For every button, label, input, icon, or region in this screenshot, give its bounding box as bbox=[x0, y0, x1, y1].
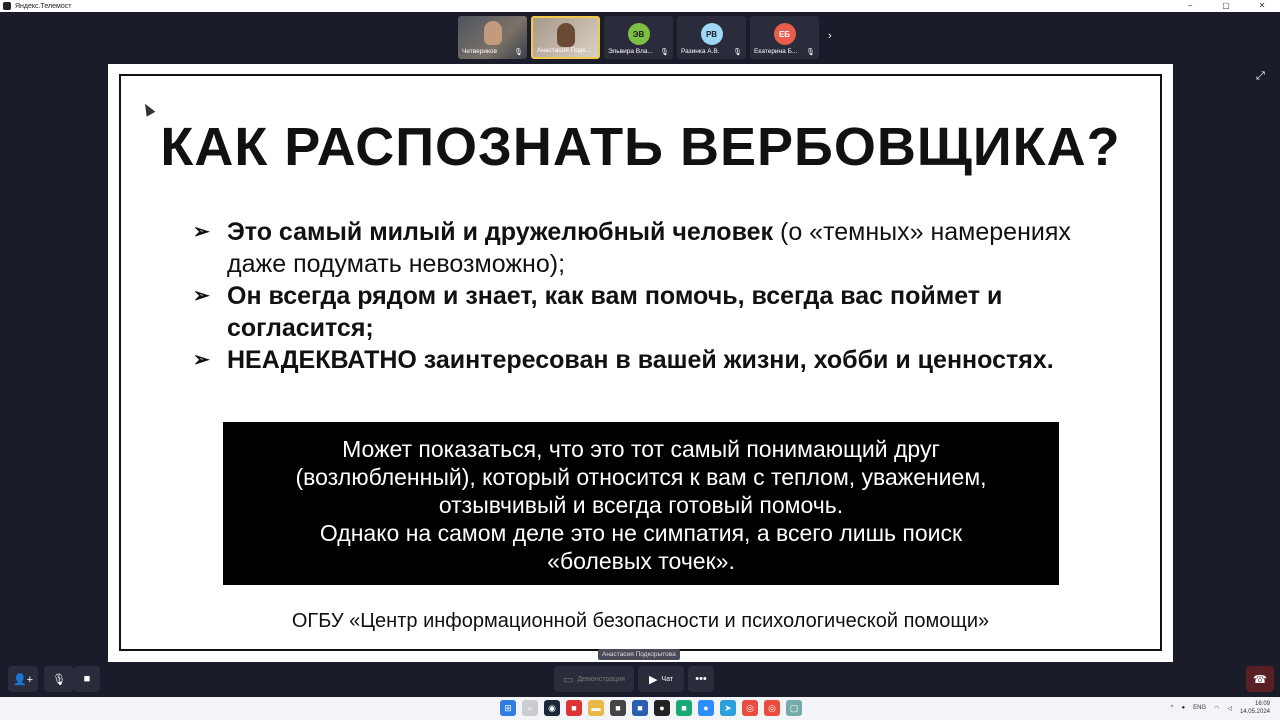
screen-share-button[interactable]: ▭ Демонстрация bbox=[554, 666, 634, 692]
participant-tile[interactable]: РВ Разинка А.В. 🎙 bbox=[677, 16, 746, 59]
telemost-icon[interactable]: ● bbox=[654, 700, 670, 716]
app-icon[interactable]: ■ bbox=[632, 700, 648, 716]
telegram-icon[interactable]: ➤ bbox=[720, 700, 736, 716]
add-participant-button[interactable]: 👤+ bbox=[8, 666, 38, 692]
time: 16:09 bbox=[1254, 701, 1270, 707]
app-icon[interactable]: ■ bbox=[676, 700, 692, 716]
quote-line: Однако на самом деле это не симпатия, а … bbox=[319, 520, 963, 546]
mic-icon[interactable]: ● bbox=[1181, 705, 1185, 711]
start-icon[interactable]: ⊞ bbox=[500, 700, 516, 716]
taskbar-apps: ⊞ ⌕ ◉ ■ ▬ ■ ■ ● ■ ● ➤ ◎ ◎ ▢ bbox=[500, 700, 802, 716]
app-icon[interactable]: ■ bbox=[566, 700, 582, 716]
folder-icon[interactable]: ▬ bbox=[588, 700, 604, 716]
system-tray: ^ ● ENG ◠ ◁ 16:09 14.05.2024 bbox=[1171, 700, 1270, 716]
language-indicator[interactable]: ENG bbox=[1193, 705, 1206, 711]
mic-off-icon: 🎙 bbox=[514, 49, 523, 56]
participant-tile[interactable]: ЕБ Екатерина Б... 🎙 bbox=[750, 16, 819, 59]
camera-icon: ■ bbox=[83, 673, 91, 685]
participant-tile[interactable]: Четвериков 🎙 bbox=[458, 16, 527, 59]
more-button[interactable]: ••• bbox=[688, 666, 714, 692]
mic-off-icon: 🎙 bbox=[660, 49, 669, 56]
more-icon: ••• bbox=[695, 673, 707, 685]
taskbar: ⊞ ⌕ ◉ ■ ▬ ■ ■ ● ■ ● ➤ ◎ ◎ ▢ ^ ● ENG ◠ ◁ … bbox=[0, 697, 1280, 720]
bullet-list: ➢ Это самый милый и дружелюбный человек … bbox=[193, 216, 1093, 376]
bullet-bold: НЕАДЕКВАТНО заинтересован в вашей жизни,… bbox=[227, 346, 1054, 374]
quote-box: Может показаться, что это тот самый пони… bbox=[223, 422, 1059, 585]
list-item: ➢ НЕАДЕКВАТНО заинтересован в вашей жизн… bbox=[193, 344, 1093, 376]
chat-button[interactable]: ▶ Чат bbox=[638, 666, 684, 692]
participants-strip: Четвериков 🎙 Анастасия Подк... ЭВ Эльвира… bbox=[458, 16, 819, 59]
zoom-icon[interactable]: ● bbox=[698, 700, 714, 716]
quote-line: Может показаться, что это тот самый пони… bbox=[342, 436, 940, 462]
speaker-tooltip: Анастасия Подкорытова bbox=[598, 649, 680, 660]
app-icon[interactable]: ▢ bbox=[786, 700, 802, 716]
maximize-button[interactable]: ▢ bbox=[1208, 0, 1244, 12]
search-icon[interactable]: ⌕ bbox=[522, 700, 538, 716]
app-icon[interactable]: ■ bbox=[610, 700, 626, 716]
slide-footer: ОГБУ «Центр информационной безопасности … bbox=[291, 610, 990, 632]
mic-off-icon: 🎙 bbox=[806, 49, 815, 56]
list-item: ➢ Он всегда рядом и знает, как вам помоч… bbox=[193, 280, 1093, 344]
clock[interactable]: 16:09 14.05.2024 bbox=[1240, 700, 1270, 716]
quote-line: отзывчивый и всегда готовый помочь. bbox=[438, 492, 844, 518]
arrow-bullet-icon: ➢ bbox=[193, 349, 210, 371]
mic-off-icon: 🎙 bbox=[733, 49, 742, 56]
arrow-bullet-icon: ➢ bbox=[193, 285, 210, 307]
participant-video bbox=[483, 21, 502, 45]
hangup-button[interactable]: ☎ bbox=[1246, 666, 1274, 692]
avatar: ЭВ bbox=[627, 23, 650, 45]
bullet-bold: Это самый милый и дружелюбный человек bbox=[227, 218, 774, 246]
volume-icon[interactable]: ◁ bbox=[1227, 705, 1232, 712]
quote-line: «болевых точек». bbox=[547, 548, 735, 574]
participant-name: Эльвира Вла... bbox=[608, 48, 653, 55]
wifi-icon[interactable]: ◠ bbox=[1214, 705, 1219, 712]
participant-name: Разинка А.В. bbox=[681, 48, 720, 55]
chevron-up-icon[interactable]: ^ bbox=[1171, 705, 1174, 711]
add-user-icon: 👤+ bbox=[12, 673, 34, 686]
bullet-bold: Он всегда рядом и знает, как вам помочь,… bbox=[227, 282, 1003, 342]
minimize-button[interactable]: – bbox=[1172, 0, 1208, 12]
slide-heading: КАК РАСПОЗНАТЬ ВЕРБОВЩИКА? bbox=[160, 117, 1121, 177]
arrow-bullet-icon: ➢ bbox=[193, 221, 210, 243]
expand-icon[interactable]: ⤢ bbox=[1256, 70, 1265, 83]
participant-tile-active[interactable]: Анастасия Подк... bbox=[531, 16, 600, 59]
avatar: ЕБ bbox=[773, 23, 796, 45]
window-controls: – ▢ ✕ bbox=[1172, 0, 1280, 12]
participant-tile[interactable]: ЭВ Эльвира Вла... 🎙 bbox=[604, 16, 673, 59]
hangup-icon: ☎ bbox=[1253, 673, 1267, 686]
screen-share-icon: ▭ bbox=[563, 673, 574, 686]
chrome-icon[interactable]: ◎ bbox=[742, 700, 758, 716]
participant-name: Екатерина Б... bbox=[754, 48, 798, 55]
call-controls: 👤+ 🎙 ■ ▭ Демонстрация ▶ Чат ••• ☎ bbox=[0, 666, 1280, 694]
mic-off-icon: 🎙 bbox=[52, 673, 66, 686]
quote-line: (возлюбленный), который относится к вам … bbox=[295, 464, 987, 490]
chat-icon: ▶ bbox=[648, 673, 658, 686]
participant-name: Четвериков bbox=[462, 48, 497, 55]
participant-name: Анастасия Подк... bbox=[537, 47, 591, 54]
app-icon bbox=[3, 2, 11, 10]
slide: КАК РАСПОЗНАТЬ ВЕРБОВЩИКА? ➢ Это самый м… bbox=[119, 74, 1162, 651]
mic-button[interactable]: 🎙 bbox=[44, 666, 74, 692]
shared-screen: КАК РАСПОЗНАТЬ ВЕРБОВЩИКА? ➢ Это самый м… bbox=[108, 64, 1173, 662]
window-title: Яндекс.Телемост bbox=[15, 2, 72, 10]
chrome-icon[interactable]: ◎ bbox=[764, 700, 780, 716]
chevron-right-icon[interactable]: › bbox=[828, 30, 832, 42]
avatar: РВ bbox=[700, 23, 723, 45]
date: 14.05.2024 bbox=[1239, 709, 1270, 715]
camera-button[interactable]: ■ bbox=[74, 666, 100, 692]
list-item: ➢ Это самый милый и дружелюбный человек … bbox=[193, 216, 1093, 280]
title-bar: Яндекс.Телемост – ▢ ✕ bbox=[0, 0, 1280, 12]
close-button[interactable]: ✕ bbox=[1244, 0, 1280, 12]
participant-video bbox=[556, 23, 575, 47]
steam-icon[interactable]: ◉ bbox=[544, 700, 560, 716]
